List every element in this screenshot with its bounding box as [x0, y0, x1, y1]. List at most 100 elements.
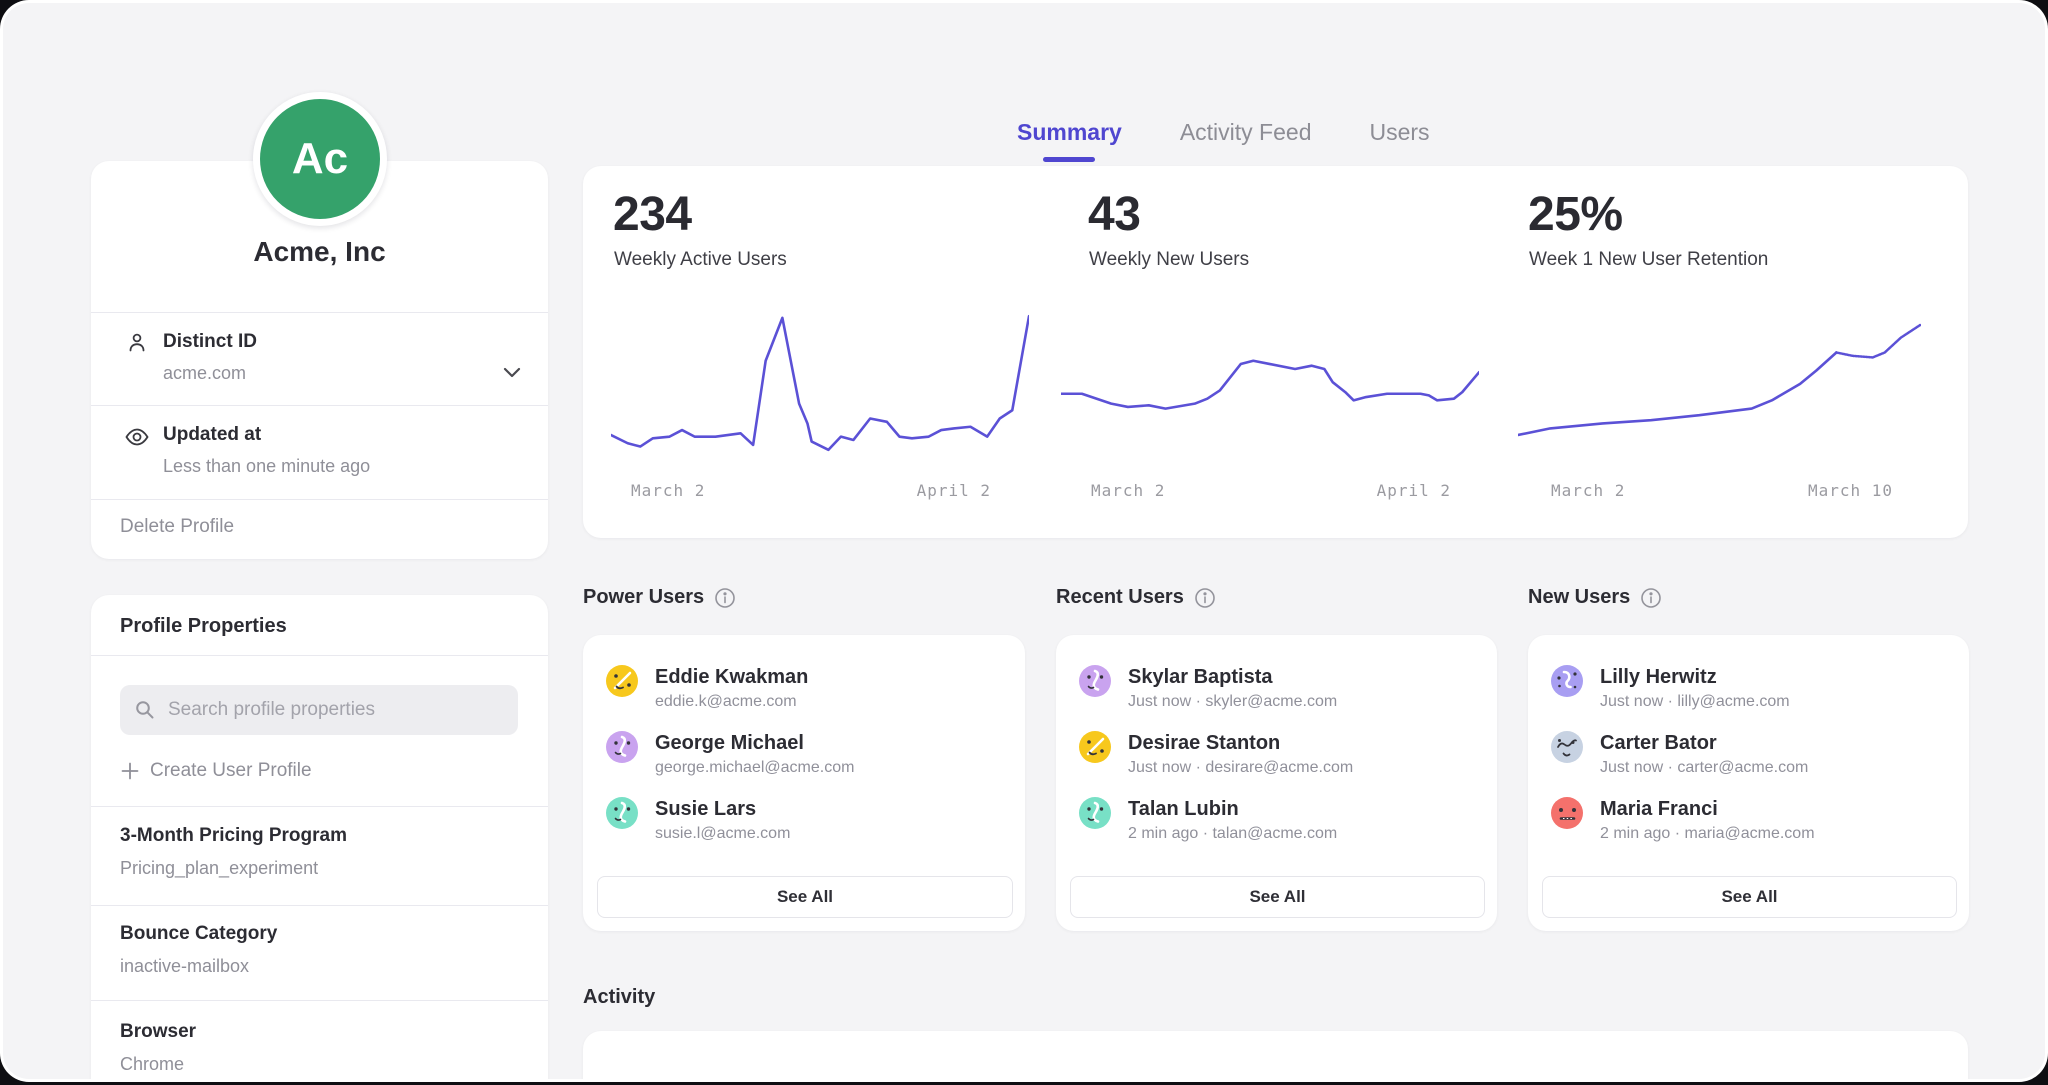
x-tick-right: March 10 [1808, 481, 1893, 500]
activity-stat-3: 3.4k [1548, 1069, 1659, 1079]
tab-summary[interactable]: Summary [1017, 119, 1122, 146]
property-row[interactable]: Browser Chrome [91, 1005, 548, 1079]
info-icon[interactable] [1640, 587, 1662, 609]
property-name: 3-Month Pricing Program [120, 825, 347, 847]
user-detail: Just now · desirare@acme.com [1128, 759, 1353, 777]
user-detail: eddie.k@acme.com [655, 693, 797, 711]
face-curl-icon [1551, 665, 1583, 697]
activity-stat-2: 240 [1076, 1069, 1171, 1079]
stat-label-weekly-active-users: Weekly Active Users [614, 249, 787, 271]
info-icon[interactable] [714, 587, 736, 609]
power-users-header: Power Users [583, 586, 736, 609]
user-name: Eddie Kwakman [655, 666, 808, 689]
avatar [1551, 797, 1583, 829]
company-avatar: Ac [253, 92, 387, 226]
face-squiggle-icon [1079, 665, 1111, 697]
x-tick-right: April 2 [1377, 481, 1451, 500]
x-tick-left: March 2 [1091, 481, 1165, 500]
activity-section-title: Activity [583, 986, 655, 1009]
weekly-active-users-chart [611, 303, 1029, 468]
user-name: George Michael [655, 732, 804, 755]
search-input[interactable] [120, 685, 518, 735]
avatar [1079, 797, 1111, 829]
tab-bar: Summary Activity Feed Users [1017, 119, 1430, 146]
avatar [606, 731, 638, 763]
user-row[interactable]: Carter Bator Just now · carter@acme.com [1528, 731, 1969, 791]
face-flat-icon [1551, 797, 1583, 829]
search-icon [134, 699, 156, 721]
week1-retention-chart [1518, 303, 1921, 468]
create-user-profile-button[interactable]: Create User Profile [150, 760, 312, 782]
user-name: Maria Franci [1600, 798, 1718, 821]
property-value: inactive-mailbox [120, 956, 249, 977]
company-name: Acme, Inc [91, 236, 548, 268]
info-icon[interactable] [1194, 587, 1216, 609]
user-detail: george.michael@acme.com [655, 759, 854, 777]
property-name: Browser [120, 1021, 196, 1043]
user-detail: Just now · skyler@acme.com [1128, 693, 1337, 711]
user-row[interactable]: Susie Lars susie.l@acme.com [583, 797, 1025, 857]
field-label-updated-at: Updated at [163, 424, 261, 446]
property-row[interactable]: Bounce Category inactive-mailbox [91, 909, 548, 1000]
new-users-title: New Users [1528, 586, 1630, 609]
user-row[interactable]: Lilly Herwitz Just now · lilly@acme.com [1528, 665, 1969, 725]
see-all-button[interactable]: See All [597, 876, 1013, 918]
tab-users-label: Users [1369, 119, 1429, 145]
recent-users-card: Skylar Baptista Just now · skyler@acme.c… [1056, 635, 1497, 931]
user-detail: 2 min ago · talan@acme.com [1128, 825, 1337, 843]
avatar [1551, 665, 1583, 697]
field-value-updated-at: Less than one minute ago [163, 456, 370, 477]
activity-stat-1: 234 [613, 1069, 708, 1079]
property-row[interactable]: 3-Month Pricing Program Pricing_plan_exp… [91, 813, 548, 905]
user-row[interactable]: George Michael george.michael@acme.com [583, 731, 1025, 791]
chevron-down-icon[interactable] [501, 365, 523, 381]
face-slash-icon [606, 665, 638, 697]
tab-activity-feed-label: Activity Feed [1180, 119, 1312, 145]
user-row[interactable]: Maria Franci 2 min ago · maria@acme.com [1528, 797, 1969, 857]
new-users-header: New Users [1528, 586, 1662, 609]
plus-icon [121, 762, 139, 780]
see-all-button[interactable]: See All [1542, 876, 1957, 918]
user-name: Lilly Herwitz [1600, 666, 1717, 689]
face-slash-icon [1079, 731, 1111, 763]
field-value-distinct-id: acme.com [163, 363, 246, 384]
weekly-new-users-chart [1061, 303, 1479, 468]
face-squiggle-icon [606, 797, 638, 829]
delete-profile-button[interactable]: Delete Profile [120, 516, 234, 538]
face-squiggle-icon [606, 731, 638, 763]
x-tick-right: April 2 [917, 481, 991, 500]
property-name: Bounce Category [120, 923, 277, 945]
property-value: Pricing_plan_experiment [120, 858, 318, 879]
avatar [1079, 665, 1111, 697]
tab-users[interactable]: Users [1369, 119, 1429, 146]
power-users-title: Power Users [583, 586, 704, 609]
user-detail: Just now · carter@acme.com [1600, 759, 1808, 777]
power-users-card: Eddie Kwakman eddie.k@acme.com George Mi… [583, 635, 1025, 931]
property-value: Chrome [120, 1054, 184, 1075]
x-tick-left: March 2 [631, 481, 705, 500]
profile-properties-title: Profile Properties [120, 615, 287, 638]
field-label-distinct-id: Distinct ID [163, 331, 257, 353]
avatar [606, 797, 638, 829]
app-window: Ac Acme, Inc Distinct ID acme.com Update… [3, 3, 2045, 1079]
user-name: Carter Bator [1600, 732, 1717, 755]
retention-projection-dotted-line [1836, 324, 1921, 357]
user-name: Talan Lubin [1128, 798, 1239, 821]
stat-week1-retention: 25% [1528, 187, 1623, 242]
user-row[interactable]: Eddie Kwakman eddie.k@acme.com [583, 665, 1025, 725]
user-name: Desirae Stanton [1128, 732, 1280, 755]
stat-weekly-new-users: 43 [1088, 187, 1140, 242]
avatar [606, 665, 638, 697]
recent-users-header: Recent Users [1056, 586, 1216, 609]
user-row[interactable]: Skylar Baptista Just now · skyler@acme.c… [1056, 665, 1497, 725]
tab-activity-feed[interactable]: Activity Feed [1180, 119, 1312, 146]
stat-weekly-active-users: 234 [613, 187, 692, 242]
user-row[interactable]: Talan Lubin 2 min ago · talan@acme.com [1056, 797, 1497, 857]
user-row[interactable]: Desirae Stanton Just now · desirare@acme… [1056, 731, 1497, 791]
activity-card [583, 1031, 1968, 1079]
see-all-button[interactable]: See All [1070, 876, 1485, 918]
user-detail: 2 min ago · maria@acme.com [1600, 825, 1815, 843]
user-detail: Just now · lilly@acme.com [1600, 693, 1790, 711]
user-detail: susie.l@acme.com [655, 825, 790, 843]
x-tick-left: March 2 [1551, 481, 1625, 500]
